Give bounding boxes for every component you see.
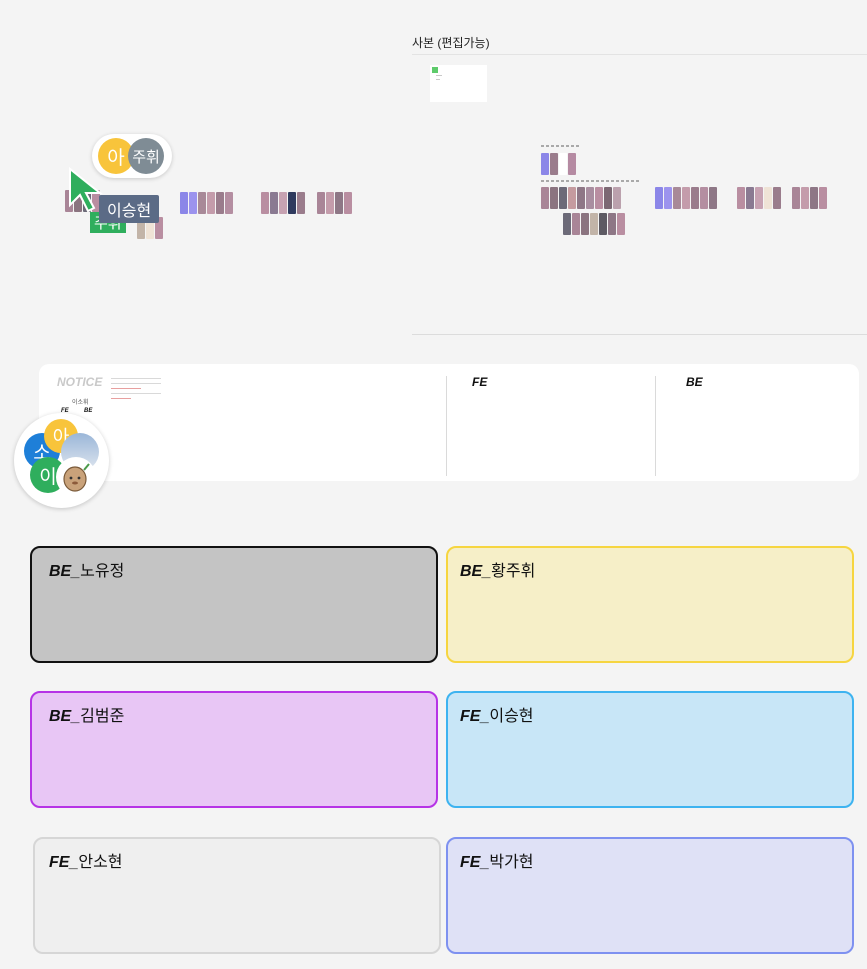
avatar[interactable]: 주휘 <box>128 138 164 174</box>
thumbnail-strip[interactable] <box>655 187 717 209</box>
notice-mini-name: 이소휘 <box>72 400 89 406</box>
notice-mini-be: BE <box>84 408 93 414</box>
member-card-title: BE_황주휘 <box>460 557 535 581</box>
fe-column-heading: FE <box>472 375 488 389</box>
copy-frame-bottom-border <box>412 334 867 335</box>
thumbnail-strip[interactable] <box>563 213 625 235</box>
column-divider <box>446 376 447 476</box>
member-card-title: FE_박가현 <box>460 848 534 872</box>
member-name: 김범준 <box>80 708 125 725</box>
member-name: 이승현 <box>489 708 534 725</box>
group-avatar[interactable]: 소 이 아 <box>14 413 109 508</box>
member-card[interactable]: FE_박가현 <box>446 837 854 954</box>
member-card-title: FE_안소현 <box>49 848 123 872</box>
member-role: FE_ <box>49 854 79 871</box>
thumbnail-strip[interactable] <box>541 187 621 209</box>
member-role: BE_ <box>49 563 81 580</box>
notice-mini-table <box>111 376 161 414</box>
member-role: BE_ <box>49 708 81 725</box>
be-column-heading: BE <box>686 375 703 389</box>
member-card[interactable]: BE_노유정 <box>30 546 438 663</box>
presence-avatars[interactable]: 아 주휘 <box>92 134 172 178</box>
copy-frame-label[interactable]: 사본 (편집가능) <box>412 34 490 51</box>
member-card-title: BE_김범준 <box>49 702 124 726</box>
member-role: BE_ <box>460 563 492 580</box>
notice-title: NOTICE <box>57 375 103 389</box>
member-name: 황주휘 <box>491 563 536 580</box>
thumbnail-strip[interactable] <box>792 187 827 209</box>
potato-mascot-icon[interactable] <box>56 457 96 497</box>
thumbnail-strip[interactable] <box>737 187 781 209</box>
thumbnail-strip[interactable] <box>541 153 576 175</box>
thumbnail-strip[interactable] <box>261 192 305 214</box>
thumbnail-strip[interactable] <box>180 192 233 214</box>
thumbnail-strip[interactable] <box>317 192 352 214</box>
mini-document-thumbnail[interactable] <box>430 65 487 102</box>
member-card-title: FE_이승현 <box>460 702 534 726</box>
thumbnail-caption <box>541 180 639 182</box>
copy-frame-top-border <box>412 54 867 55</box>
member-role: FE_ <box>460 854 490 871</box>
member-name: 박가현 <box>489 854 534 871</box>
member-name: 노유정 <box>80 563 125 580</box>
thumbnail-caption <box>541 145 579 147</box>
member-card[interactable]: BE_황주휘 <box>446 546 854 663</box>
column-divider <box>655 376 656 476</box>
notice-board[interactable]: NOTICE 이소휘 FE BE FE BE <box>39 364 859 481</box>
member-name: 안소현 <box>78 854 123 871</box>
member-card[interactable]: FE_안소현 <box>33 837 441 954</box>
cursor-name-tag: 이승현 <box>99 195 160 223</box>
member-card-title: BE_노유정 <box>49 557 124 581</box>
cursor-arrow-icon <box>69 166 103 213</box>
member-role: FE_ <box>460 708 490 725</box>
member-card[interactable]: FE_이승현 <box>446 691 854 808</box>
member-card[interactable]: BE_김범준 <box>30 691 438 808</box>
